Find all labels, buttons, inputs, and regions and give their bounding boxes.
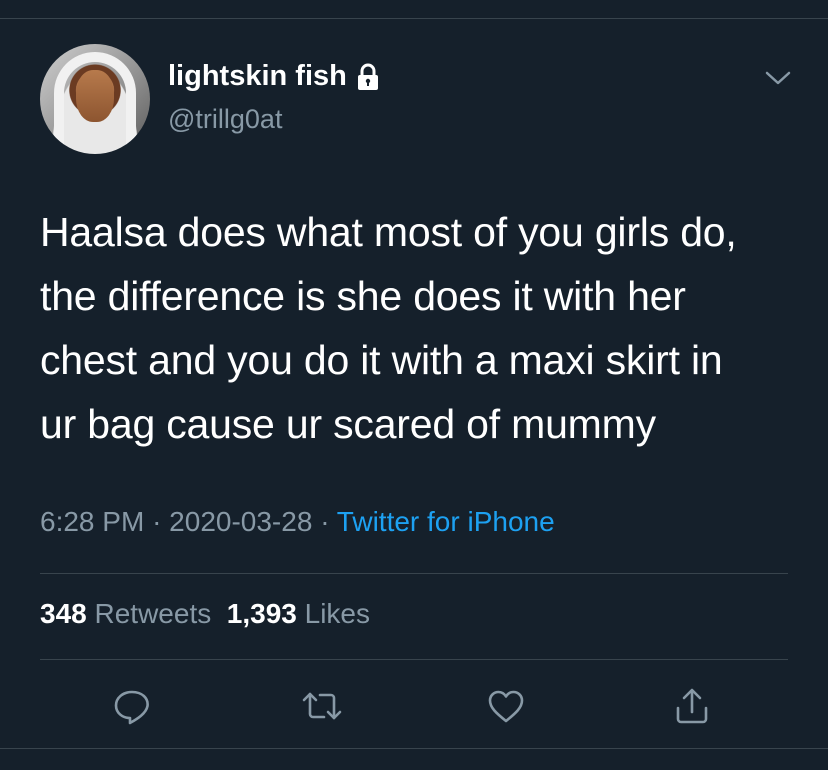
lock-icon <box>357 63 379 91</box>
author-handle[interactable]: @trillg0at <box>168 104 282 135</box>
retweets-stat[interactable]: 348 Retweets <box>40 598 211 629</box>
tweet-text-line: Haalsa does what most of you girls do, <box>40 209 737 255</box>
avatar-face <box>76 70 114 122</box>
tweet-stats: 348 Retweets 1,393 Likes <box>40 598 370 630</box>
like-icon[interactable] <box>484 684 528 728</box>
reply-icon[interactable] <box>110 684 154 728</box>
top-divider <box>0 18 828 19</box>
author-display-name-row[interactable]: lightskin fish <box>168 60 379 93</box>
bottom-divider <box>0 748 828 749</box>
retweets-count: 348 <box>40 598 87 629</box>
tweet-date[interactable]: 2020-03-28 <box>169 506 312 537</box>
meta-separator: · <box>320 506 330 537</box>
likes-label: Likes <box>304 598 371 629</box>
tweet-time[interactable]: 6:28 PM <box>40 506 144 537</box>
stats-top-divider <box>40 573 788 574</box>
likes-stat[interactable]: 1,393 Likes <box>227 598 370 629</box>
tweet-text-line: chest and you do it with a maxi skirt in <box>40 337 723 383</box>
tweet-actions <box>0 684 828 728</box>
tweet-text: Haalsa does what most of you girls do, t… <box>40 200 800 456</box>
meta-separator: · <box>152 506 162 537</box>
tweet-text-line: the difference is she does it with her <box>40 273 686 319</box>
avatar[interactable] <box>40 44 150 154</box>
retweets-label: Retweets <box>94 598 212 629</box>
tweet-text-line: ur bag cause ur scared of mummy <box>40 401 656 447</box>
retweet-icon[interactable] <box>300 684 344 728</box>
tweet-meta: 6:28 PM · 2020-03-28 · Twitter for iPhon… <box>40 506 555 538</box>
chevron-down-icon[interactable] <box>764 68 792 88</box>
tweet-source-link[interactable]: Twitter for iPhone <box>337 506 555 537</box>
share-icon[interactable] <box>670 684 714 728</box>
author-display-name[interactable]: lightskin fish <box>168 60 347 93</box>
stats-bottom-divider <box>40 659 788 660</box>
likes-count: 1,393 <box>226 598 297 629</box>
